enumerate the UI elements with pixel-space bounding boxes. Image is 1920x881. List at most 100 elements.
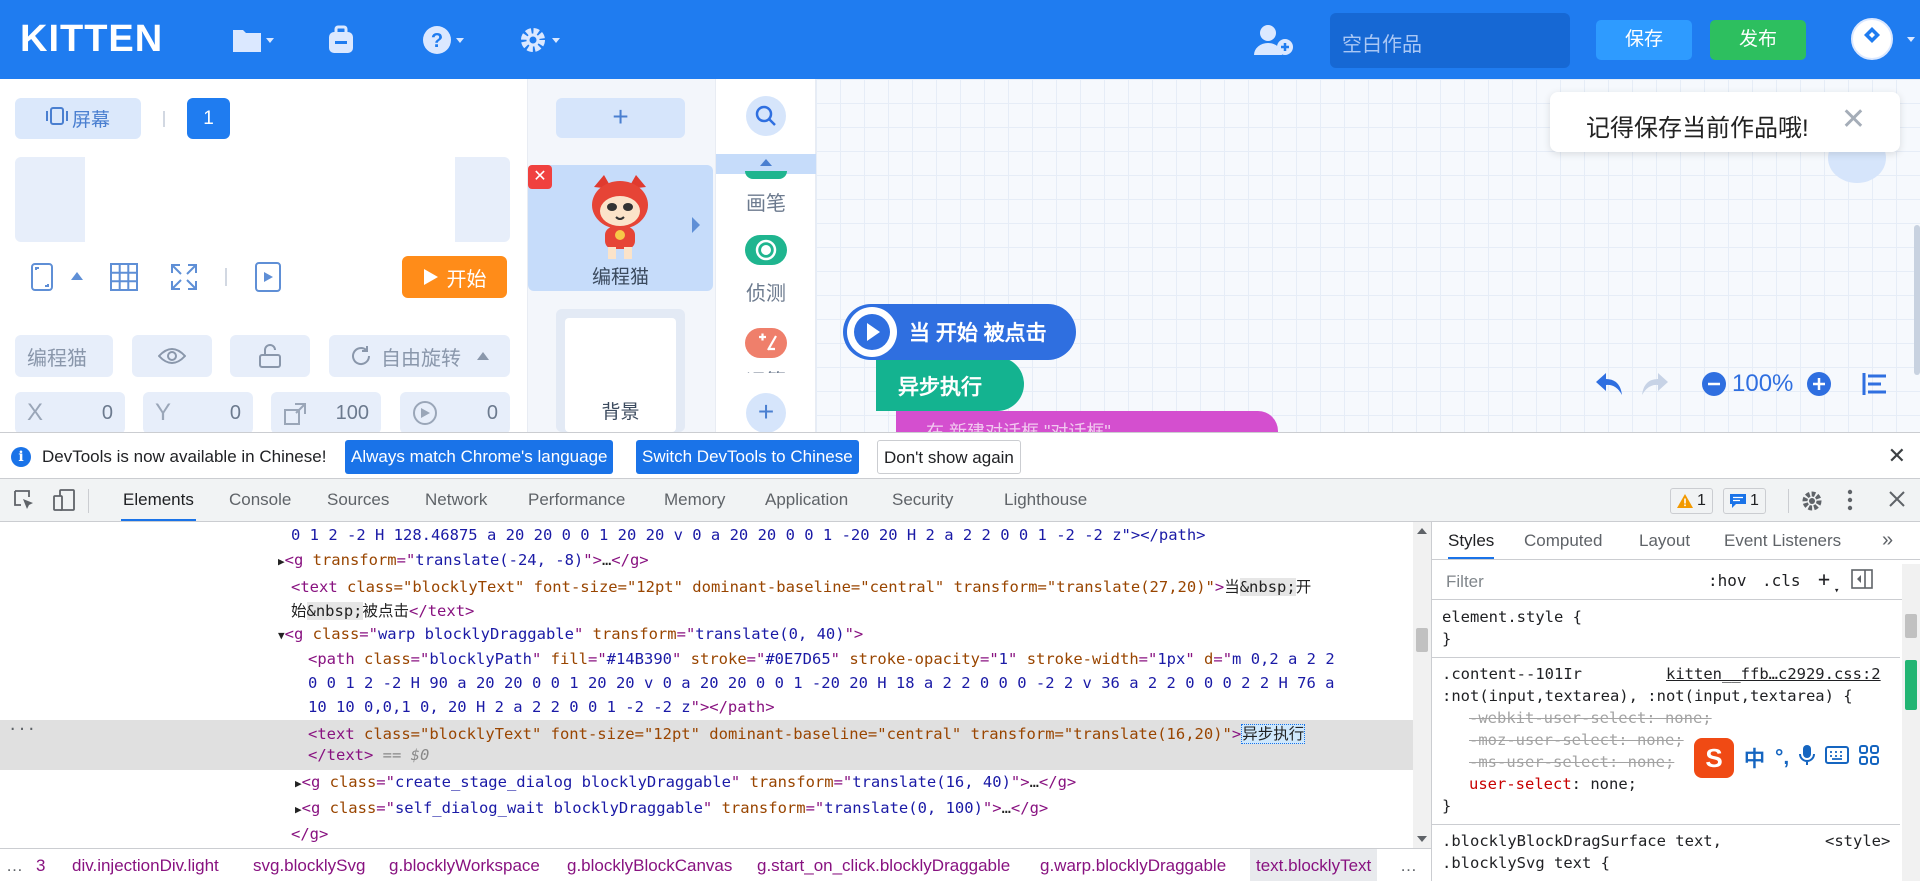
always-match-language-button[interactable]: Always match Chrome's language bbox=[345, 440, 614, 474]
chevron-right-icon[interactable] bbox=[692, 217, 700, 233]
class-toggle[interactable]: .cls bbox=[1762, 571, 1801, 590]
category-operators[interactable]: 运算 bbox=[716, 365, 816, 373]
tab-network[interactable]: Network bbox=[423, 479, 489, 521]
avatar[interactable] bbox=[1851, 18, 1893, 60]
breadcrumb-item-current[interactable]: text.blocklyText bbox=[1250, 849, 1378, 881]
css-declaration-overridden[interactable]: -moz-user-select: none; bbox=[1469, 731, 1684, 749]
backpack-button[interactable] bbox=[326, 22, 356, 58]
workspace-scrollbar[interactable] bbox=[1914, 225, 1920, 375]
breadcrumb-item[interactable]: 3 bbox=[36, 856, 45, 876]
category-sensing[interactable]: 侦测 bbox=[716, 277, 816, 306]
sensing-category-icon[interactable] bbox=[745, 235, 787, 265]
css-declaration-overridden[interactable]: -webkit-user-select: none; bbox=[1469, 709, 1712, 727]
undo-button[interactable] bbox=[1594, 364, 1624, 404]
more-tabs-icon[interactable]: » bbox=[1882, 522, 1893, 559]
category-pen[interactable]: 画笔 bbox=[716, 187, 816, 216]
inspect-element-icon[interactable] bbox=[13, 489, 35, 516]
switch-to-chinese-button[interactable]: Switch DevTools to Chinese bbox=[636, 440, 859, 474]
collaborate-button[interactable] bbox=[1253, 22, 1295, 58]
visibility-toggle[interactable] bbox=[132, 335, 212, 377]
css-declaration[interactable]: user-select: none; bbox=[1469, 775, 1637, 793]
tab-application[interactable]: Application bbox=[763, 479, 850, 521]
dom-line-selected[interactable]: <text class="blocklyText" font-size="12p… bbox=[308, 722, 1306, 744]
async-block[interactable]: 异步执行 bbox=[876, 357, 1024, 411]
scroll-thumb[interactable] bbox=[1905, 614, 1917, 638]
file-menu[interactable] bbox=[232, 22, 274, 58]
tab-elements[interactable]: Elements bbox=[121, 479, 196, 521]
fullscreen-toggle[interactable] bbox=[27, 259, 57, 295]
device-toolbar-icon[interactable] bbox=[52, 489, 76, 516]
delete-sprite-button[interactable]: ✕ bbox=[528, 165, 552, 189]
rotation-mode-select[interactable]: 自由旋转 bbox=[329, 335, 510, 377]
settings-menu[interactable] bbox=[518, 22, 560, 58]
breadcrumb-item[interactable]: div.injectionDiv.light bbox=[72, 856, 219, 876]
dom-line[interactable]: <text class="blocklyText" font-size="12p… bbox=[291, 575, 1311, 597]
close-icon[interactable]: ✕ bbox=[1841, 102, 1866, 137]
breadcrumb-overflow[interactable]: … bbox=[1400, 856, 1417, 876]
scroll-up-icon[interactable] bbox=[1417, 528, 1427, 534]
dont-show-again-button[interactable]: Don't show again bbox=[877, 440, 1021, 474]
rule-selector[interactable]: .blocklyBlockDragSurface text, bbox=[1442, 832, 1722, 850]
tab-console[interactable]: Console bbox=[227, 479, 293, 521]
operators-category-icon[interactable] bbox=[745, 328, 787, 358]
dom-line[interactable]: </g> bbox=[291, 825, 328, 843]
tab-memory[interactable]: Memory bbox=[662, 479, 727, 521]
scroll-thumb[interactable] bbox=[1416, 628, 1428, 652]
sprite-card-selected[interactable]: ✕ 编程猫 bbox=[528, 165, 713, 291]
dom-line[interactable]: ▶<g class="self_dialog_wait blocklyDragg… bbox=[295, 799, 1048, 817]
keyboard-icon[interactable] bbox=[1825, 746, 1850, 770]
microphone-icon[interactable] bbox=[1799, 744, 1816, 772]
block-workspace[interactable]: 记得保存当前作品哦! ✕ 在 新建对话框 "对话框" 异步执行 当 开始 被点击… bbox=[816, 79, 1920, 432]
grid-toggle[interactable] bbox=[108, 260, 140, 294]
expand-button[interactable] bbox=[168, 260, 200, 294]
breadcrumb-item[interactable]: g.blocklyBlockCanvas bbox=[567, 856, 732, 876]
stylesheet-link[interactable]: <style> bbox=[1825, 832, 1890, 850]
styles-filter-input[interactable]: Filter bbox=[1446, 572, 1484, 592]
dom-line[interactable]: 0 0 1 2 -2 H 90 a 20 20 0 0 1 20 20 v 0 … bbox=[308, 674, 1335, 692]
scale-field[interactable]: 100 bbox=[271, 392, 381, 434]
breadcrumb-item[interactable]: g.blocklyWorkspace bbox=[389, 856, 540, 876]
save-button[interactable]: 保存 bbox=[1596, 20, 1692, 60]
create-dialog-block[interactable]: 在 新建对话框 "对话框" bbox=[896, 411, 1278, 432]
x-field[interactable]: X 0 bbox=[15, 392, 125, 434]
rotation-field[interactable]: 0 bbox=[400, 392, 510, 434]
elements-scrollbar[interactable] bbox=[1413, 522, 1431, 848]
lock-toggle[interactable] bbox=[230, 335, 310, 377]
more-options-icon[interactable] bbox=[1847, 489, 1853, 516]
ime-menu-icon[interactable] bbox=[1859, 745, 1880, 771]
rule-selector[interactable]: :not(input,textarea), :not(input,textare… bbox=[1442, 687, 1853, 705]
y-field[interactable]: Y 0 bbox=[143, 392, 253, 434]
styles-scrollbar[interactable] bbox=[1902, 564, 1920, 881]
css-declaration-overridden[interactable]: -ms-user-select: none; bbox=[1469, 753, 1674, 771]
zoom-out-button[interactable] bbox=[1701, 364, 1727, 404]
settings-gear-icon[interactable] bbox=[1800, 489, 1824, 518]
sogou-ime-logo[interactable]: S bbox=[1694, 738, 1734, 778]
play-preview-button[interactable] bbox=[252, 260, 284, 294]
toggle-sidebar-icon[interactable] bbox=[1851, 569, 1873, 593]
add-sprite-button[interactable]: + bbox=[556, 98, 685, 138]
sprite-name-input[interactable]: 编程猫 bbox=[15, 335, 113, 377]
tab-event-listeners[interactable]: Event Listeners bbox=[1724, 522, 1841, 559]
dom-line[interactable]: 10 10 0,0,1 0, 20 H 2 a 2 2 0 0 1 -2 -2 … bbox=[308, 698, 775, 716]
zoom-in-button[interactable] bbox=[1806, 364, 1832, 404]
dom-line[interactable]: ▼<g class="warp blocklyDraggable" transf… bbox=[278, 625, 863, 643]
messages-badge[interactable]: 1 bbox=[1723, 488, 1766, 514]
rule-selector[interactable]: .blocklySvg text { bbox=[1442, 854, 1610, 872]
tab-sources[interactable]: Sources bbox=[325, 479, 391, 521]
dom-line[interactable]: 始&nbsp;被点击</text> bbox=[291, 599, 474, 621]
when-start-clicked-block[interactable]: 当 开始 被点击 bbox=[843, 304, 1076, 360]
breadcrumb-item[interactable]: svg.blocklySvg bbox=[253, 856, 365, 876]
block-search-button[interactable] bbox=[746, 96, 786, 136]
stylesheet-link[interactable]: kitten__ffb…c2929.css:2 bbox=[1666, 665, 1881, 683]
close-devtools-icon[interactable] bbox=[1888, 490, 1906, 513]
dom-line-selected[interactable]: </text> == $0 bbox=[308, 746, 429, 764]
start-button[interactable]: 开始 bbox=[402, 256, 507, 298]
chevron-down-icon[interactable]: ▾ bbox=[1834, 586, 1839, 596]
breadcrumb-item[interactable]: g.start_on_click.blocklyDraggable bbox=[757, 856, 1010, 876]
chevron-down-icon[interactable] bbox=[1907, 37, 1915, 42]
rule-selector[interactable]: .content--101Ir bbox=[1442, 665, 1582, 683]
ime-toolbar[interactable]: S 中 °, bbox=[1690, 738, 1884, 778]
element-style-rule[interactable]: element.style { bbox=[1442, 608, 1582, 626]
stage-preview[interactable] bbox=[15, 157, 510, 242]
publish-button[interactable]: 发布 bbox=[1710, 20, 1806, 60]
